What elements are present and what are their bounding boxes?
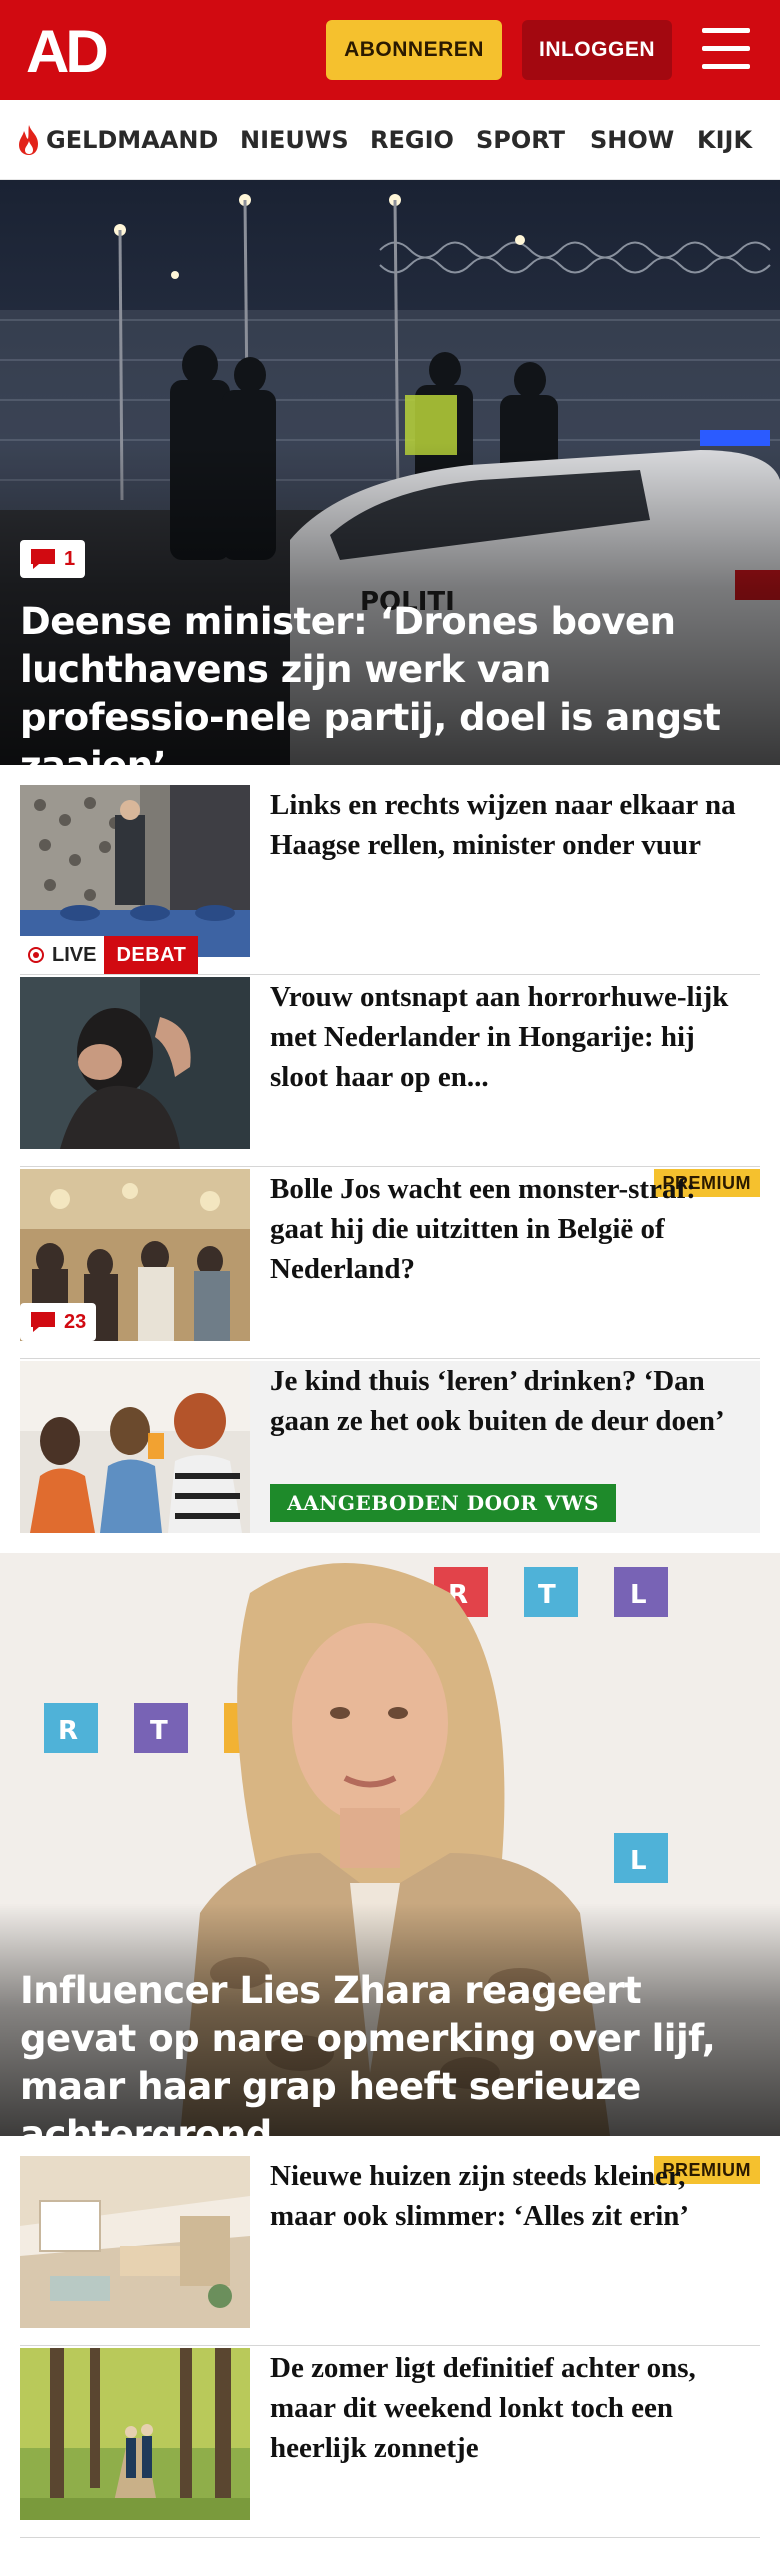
live-debate-label: LIVE DEBAT bbox=[20, 936, 199, 974]
article-title[interactable]: De zomer ligt definitief achter ons, maa… bbox=[270, 2348, 750, 2468]
article-thumbnail bbox=[20, 2348, 250, 2520]
nav-item-geldmaand[interactable]: GELDMAAND bbox=[16, 100, 219, 179]
nav-item-nieuws[interactable]: NIEUWS bbox=[240, 100, 349, 179]
main-nav: GELDMAAND NIEUWS REGIO SPORT SHOW KIJK bbox=[0, 100, 780, 180]
sponsored-article[interactable]: Je kind thuis ‘leren’ drinken? ‘Dan gaan… bbox=[20, 1361, 760, 1533]
teens-drinking-image bbox=[20, 1361, 250, 1533]
article-thumbnail bbox=[20, 1361, 250, 1533]
hero-title[interactable]: Influencer Lies Zhara reageert gevat op … bbox=[20, 1967, 758, 2136]
hero-article-drones[interactable]: POLITI 1 Deense minister: ‘Drones boven … bbox=[0, 180, 780, 765]
comment-count: 1 bbox=[64, 547, 76, 570]
backdrop-logo-letter: T bbox=[538, 1580, 556, 1610]
backdrop-logo-letter: L bbox=[630, 1580, 647, 1610]
debat-badge: DEBAT bbox=[104, 936, 199, 974]
backdrop-logo-letter: R bbox=[58, 1716, 78, 1746]
article-title[interactable]: Nieuwe huizen zijn steeds kleiner, maar … bbox=[270, 2156, 750, 2236]
login-button[interactable]: INLOGGEN bbox=[522, 20, 672, 80]
hero-article-influencer[interactable]: R T L R T L L Influencer Lies Zhara reag… bbox=[0, 1553, 780, 2136]
live-badge: LIVE bbox=[20, 936, 105, 974]
comment-icon bbox=[31, 549, 55, 569]
backdrop-logo-letter: T bbox=[150, 1716, 168, 1746]
flame-icon bbox=[19, 125, 38, 155]
article-item[interactable]: De zomer ligt definitief achter ons, maa… bbox=[20, 2348, 760, 2538]
nav-label: GELDMAAND bbox=[46, 126, 219, 154]
nav-item-show[interactable]: SHOW bbox=[590, 100, 674, 179]
article-item[interactable]: Vrouw ontsnapt aan horrorhuwe-lijk met N… bbox=[20, 977, 760, 1167]
article-thumbnail bbox=[20, 785, 250, 957]
nav-item-kijk[interactable]: KIJK bbox=[697, 100, 752, 179]
nav-item-sport[interactable]: SPORT bbox=[476, 100, 565, 179]
live-text: LIVE bbox=[52, 943, 97, 966]
article-item[interactable]: PREMIUM 23 Bolle Jos wacht een monster-s… bbox=[20, 1169, 760, 1359]
article-item[interactable]: PREMIUM Nieuwe huizen zijn steeds kleine… bbox=[20, 2156, 760, 2346]
hero-title[interactable]: Deense minister: ‘Drones boven luchthave… bbox=[20, 598, 758, 765]
ad-logo[interactable]: AD bbox=[26, 22, 118, 78]
comment-count-badge[interactable]: 1 bbox=[20, 540, 86, 578]
small-house-interior-image bbox=[20, 2156, 250, 2328]
svg-text:AD: AD bbox=[26, 22, 106, 78]
comment-icon bbox=[31, 1312, 55, 1332]
article-title[interactable]: Links en rechts wijzen naar elkaar na Ha… bbox=[270, 785, 750, 865]
backdrop-logo-letter: L bbox=[630, 1846, 647, 1876]
live-dot-icon bbox=[28, 947, 44, 963]
article-thumbnail bbox=[20, 2156, 250, 2328]
nav-item-regio[interactable]: REGIO bbox=[370, 100, 454, 179]
site-header: AD ABONNEREN INLOGGEN bbox=[0, 0, 780, 100]
comment-count-badge[interactable]: 23 bbox=[20, 1303, 97, 1341]
article-title[interactable]: Vrouw ontsnapt aan horrorhuwe-lijk met N… bbox=[270, 977, 750, 1097]
autumn-forest-walk-image bbox=[20, 2348, 250, 2520]
subscribe-button[interactable]: ABONNEREN bbox=[326, 20, 502, 80]
article-item[interactable]: LIVE DEBAT Links en rechts wijzen naar e… bbox=[20, 785, 760, 975]
hamburger-menu-icon[interactable] bbox=[700, 24, 752, 76]
article-title[interactable]: Bolle Jos wacht een monster-straf: gaat … bbox=[270, 1169, 750, 1289]
sponsor-label: AANGEBODEN DOOR VWS bbox=[270, 1484, 616, 1522]
parliament-image bbox=[20, 785, 250, 957]
comment-count: 23 bbox=[64, 1310, 87, 1333]
article-title[interactable]: Je kind thuis ‘leren’ drinken? ‘Dan gaan… bbox=[270, 1361, 750, 1441]
distressed-woman-image bbox=[20, 977, 250, 1149]
article-thumbnail bbox=[20, 977, 250, 1149]
